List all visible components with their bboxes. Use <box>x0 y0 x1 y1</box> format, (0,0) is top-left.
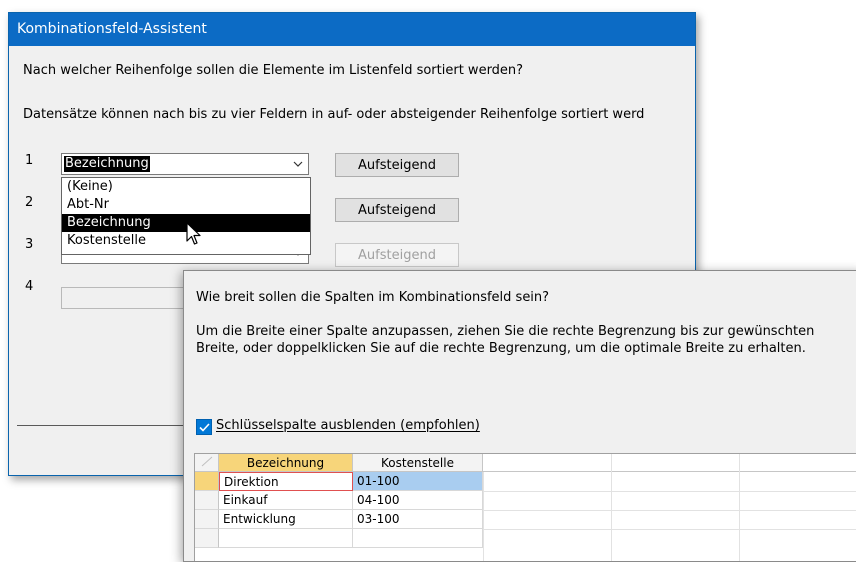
grid-cell[interactable]: Einkauf <box>219 491 353 510</box>
grid-line <box>611 454 612 561</box>
grid-line <box>483 510 856 511</box>
width-instruction-line1: Um die Breite einer Spalte anzupassen, z… <box>196 324 815 339</box>
grid-line <box>483 472 484 561</box>
sort-row-number-1: 1 <box>25 153 34 168</box>
column-preview-grid: Bezeichnung Kostenstelle Direktion 01-10… <box>194 453 856 561</box>
row-selector[interactable] <box>195 510 219 529</box>
hide-key-column-label[interactable]: Schlüsselspalte ausblenden (empfohlen) <box>216 418 480 433</box>
grid-cell[interactable] <box>353 529 483 548</box>
grid-cell[interactable]: 03-100 <box>353 510 483 529</box>
dialog-title: Kombinationsfeld-Assistent <box>9 13 695 46</box>
sort-order-3-button[interactable]: Aufsteigend <box>335 243 459 267</box>
chevron-down-icon[interactable] <box>287 154 308 174</box>
width-instruction-line2: Breite, oder doppelklicken Sie auf die r… <box>196 341 806 356</box>
sort-order-1-button[interactable]: Aufsteigend <box>335 153 459 177</box>
sort-order-2-button[interactable]: Aufsteigend <box>335 198 459 222</box>
grid-cell[interactable] <box>219 529 353 548</box>
width-question: Wie breit sollen die Spalten im Kombinat… <box>196 290 550 305</box>
sort-description: Datensätze können nach bis zu vier Felde… <box>23 107 645 122</box>
grid-line <box>483 491 856 492</box>
grid-line <box>483 529 856 530</box>
grid-line <box>739 454 740 561</box>
row-selector[interactable] <box>195 529 219 548</box>
grid-cell[interactable]: 01-100 <box>353 472 483 491</box>
grid-header-empty <box>483 454 856 472</box>
checkmark-icon <box>198 422 210 432</box>
sort-row-number-2: 2 <box>25 195 34 210</box>
dropdown-option-keine[interactable]: (Keine) <box>62 178 310 196</box>
grid-cell[interactable]: Direktion <box>219 472 353 491</box>
sort-row-number-3: 3 <box>25 237 34 252</box>
row-selector[interactable] <box>195 491 219 510</box>
column-header-bezeichnung[interactable]: Bezeichnung <box>219 454 353 472</box>
grid-cell[interactable]: 04-100 <box>353 491 483 510</box>
dropdown-option-abt-nr[interactable]: Abt-Nr <box>62 196 310 214</box>
hide-key-column-checkbox[interactable] <box>196 419 212 435</box>
sort-row-number-4: 4 <box>25 279 34 294</box>
grid-corner <box>195 454 219 472</box>
column-header-kostenstelle[interactable]: Kostenstelle <box>353 454 483 472</box>
sort-field-4-combo[interactable] <box>61 287 201 309</box>
sort-field-1-value: Bezeichnung <box>64 156 150 172</box>
mouse-pointer-icon <box>186 222 201 245</box>
row-selector[interactable] <box>195 472 219 491</box>
grid-cell[interactable]: Entwicklung <box>219 510 353 529</box>
sort-question: Nach welcher Reihenfolge sollen die Elem… <box>23 63 524 78</box>
sort-field-1-combo[interactable]: Bezeichnung <box>61 153 309 175</box>
column-width-dialog: Wie breit sollen die Spalten im Kombinat… <box>183 270 856 562</box>
